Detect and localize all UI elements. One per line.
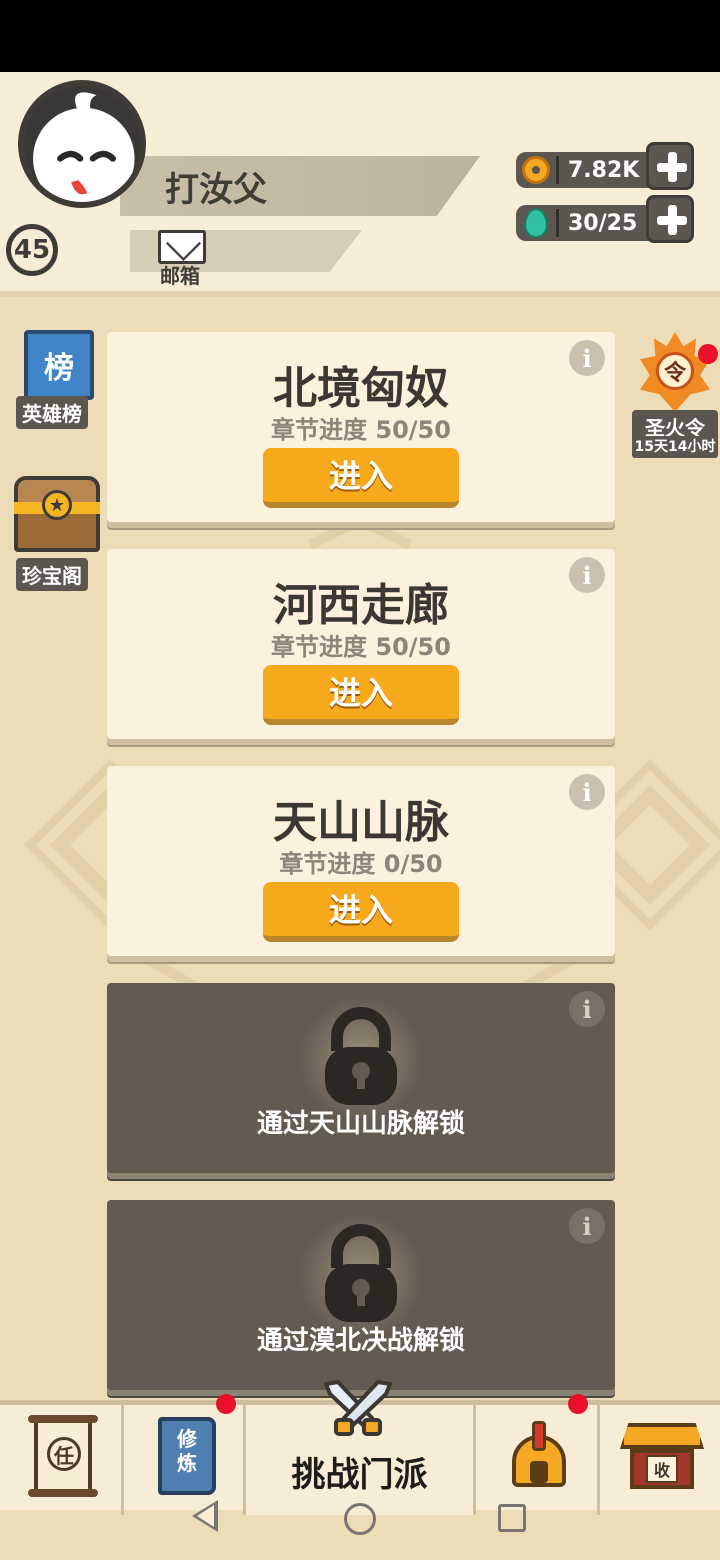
stamina-gem-icon [524,208,548,238]
nav-tab-equipment[interactable] [476,1405,600,1515]
unlock-condition: 通过天山山脉解锁 [256,1109,465,1139]
chapter-progress: 章节进度 0/50 [279,850,443,878]
task-char: 任 [47,1437,81,1471]
chapter-progress: 章节进度 50/50 [271,416,451,444]
helmet-slit [530,1461,548,1483]
scroll-icon: 任 [28,1415,98,1497]
mail-label: 邮箱 [160,264,200,288]
coin-icon [522,156,550,184]
locked-chapter-card: i 通过漠北决战解锁 [107,1200,615,1390]
stamina-value: 30/25 [568,211,638,236]
envelope-icon [158,230,206,264]
add-coins-button[interactable] [646,142,694,190]
chapter-title: 北境匈奴 [273,363,449,414]
notification-dot [568,1394,588,1414]
chapter-title: 河西走廊 [273,580,449,631]
system-recents-icon[interactable] [498,1504,526,1532]
padlock-icon [325,1224,397,1322]
treasure-chest-icon[interactable]: ★ [14,476,100,552]
divider [556,209,559,237]
enter-button[interactable]: 进入 [263,882,459,942]
challenge-label: 挑战门派 [291,1455,428,1495]
enter-button[interactable]: 进入 [263,665,459,725]
chapter-card: i 北境匈奴 章节进度 50/50 进入 [107,332,615,522]
coin-counter: 7.82K [516,142,694,190]
leaderboard-label[interactable]: 英雄榜 [16,396,88,429]
unlock-condition: 通过漠北决战解锁 [256,1326,465,1356]
add-stamina-button[interactable] [646,195,694,243]
stamina-counter: 30/25 [516,195,694,243]
enter-button[interactable]: 进入 [263,448,459,508]
level-badge: 45 [6,224,58,276]
nav-tab-collect[interactable]: 收 [600,1405,720,1515]
system-back-icon[interactable] [192,1500,218,1532]
padlock-icon [325,1007,397,1105]
player-name: 打汝父 [165,170,267,210]
info-icon[interactable]: i [569,991,605,1027]
status-bar [0,0,720,72]
notification-dot [698,344,718,364]
chapter-title: 天山山脉 [273,797,449,848]
nav-tab-cultivate[interactable]: 修 炼 [124,1405,246,1515]
helmet-icon [506,1421,572,1493]
notification-dot [216,1394,236,1414]
collect-char: 收 [646,1455,678,1483]
crossed-swords-icon [324,1380,392,1436]
divider [556,156,559,184]
leaderboard-icon[interactable]: 榜 [24,330,94,400]
pavilion-roof [620,1423,704,1449]
treasure-label[interactable]: 珍宝阁 [16,558,88,591]
coin-value: 7.82K [568,158,640,183]
system-home-icon[interactable] [344,1503,376,1535]
token-timer: 15天14小时 [632,436,718,458]
player-avatar[interactable] [18,80,146,208]
avatar-face-icon [33,92,135,202]
cultivate-char-2: 炼 [177,1451,197,1475]
book-icon: 修 炼 [158,1417,216,1495]
token-char: 令 [656,352,694,390]
info-icon[interactable]: i [569,1208,605,1244]
chapter-card: i 天山山脉 章节进度 0/50 进入 [107,766,615,956]
star-icon: ★ [42,490,72,520]
chapter-card: i 河西走廊 章节进度 50/50 进入 [107,549,615,739]
pavilion-icon: 收 [620,1423,704,1491]
locked-chapter-card: i 通过天山山脉解锁 [107,983,615,1173]
chapter-progress: 章节进度 50/50 [271,633,451,661]
cultivate-char-1: 修 [177,1427,197,1451]
helmet-crest [532,1421,546,1451]
nav-tab-tasks[interactable]: 任 [0,1405,124,1515]
